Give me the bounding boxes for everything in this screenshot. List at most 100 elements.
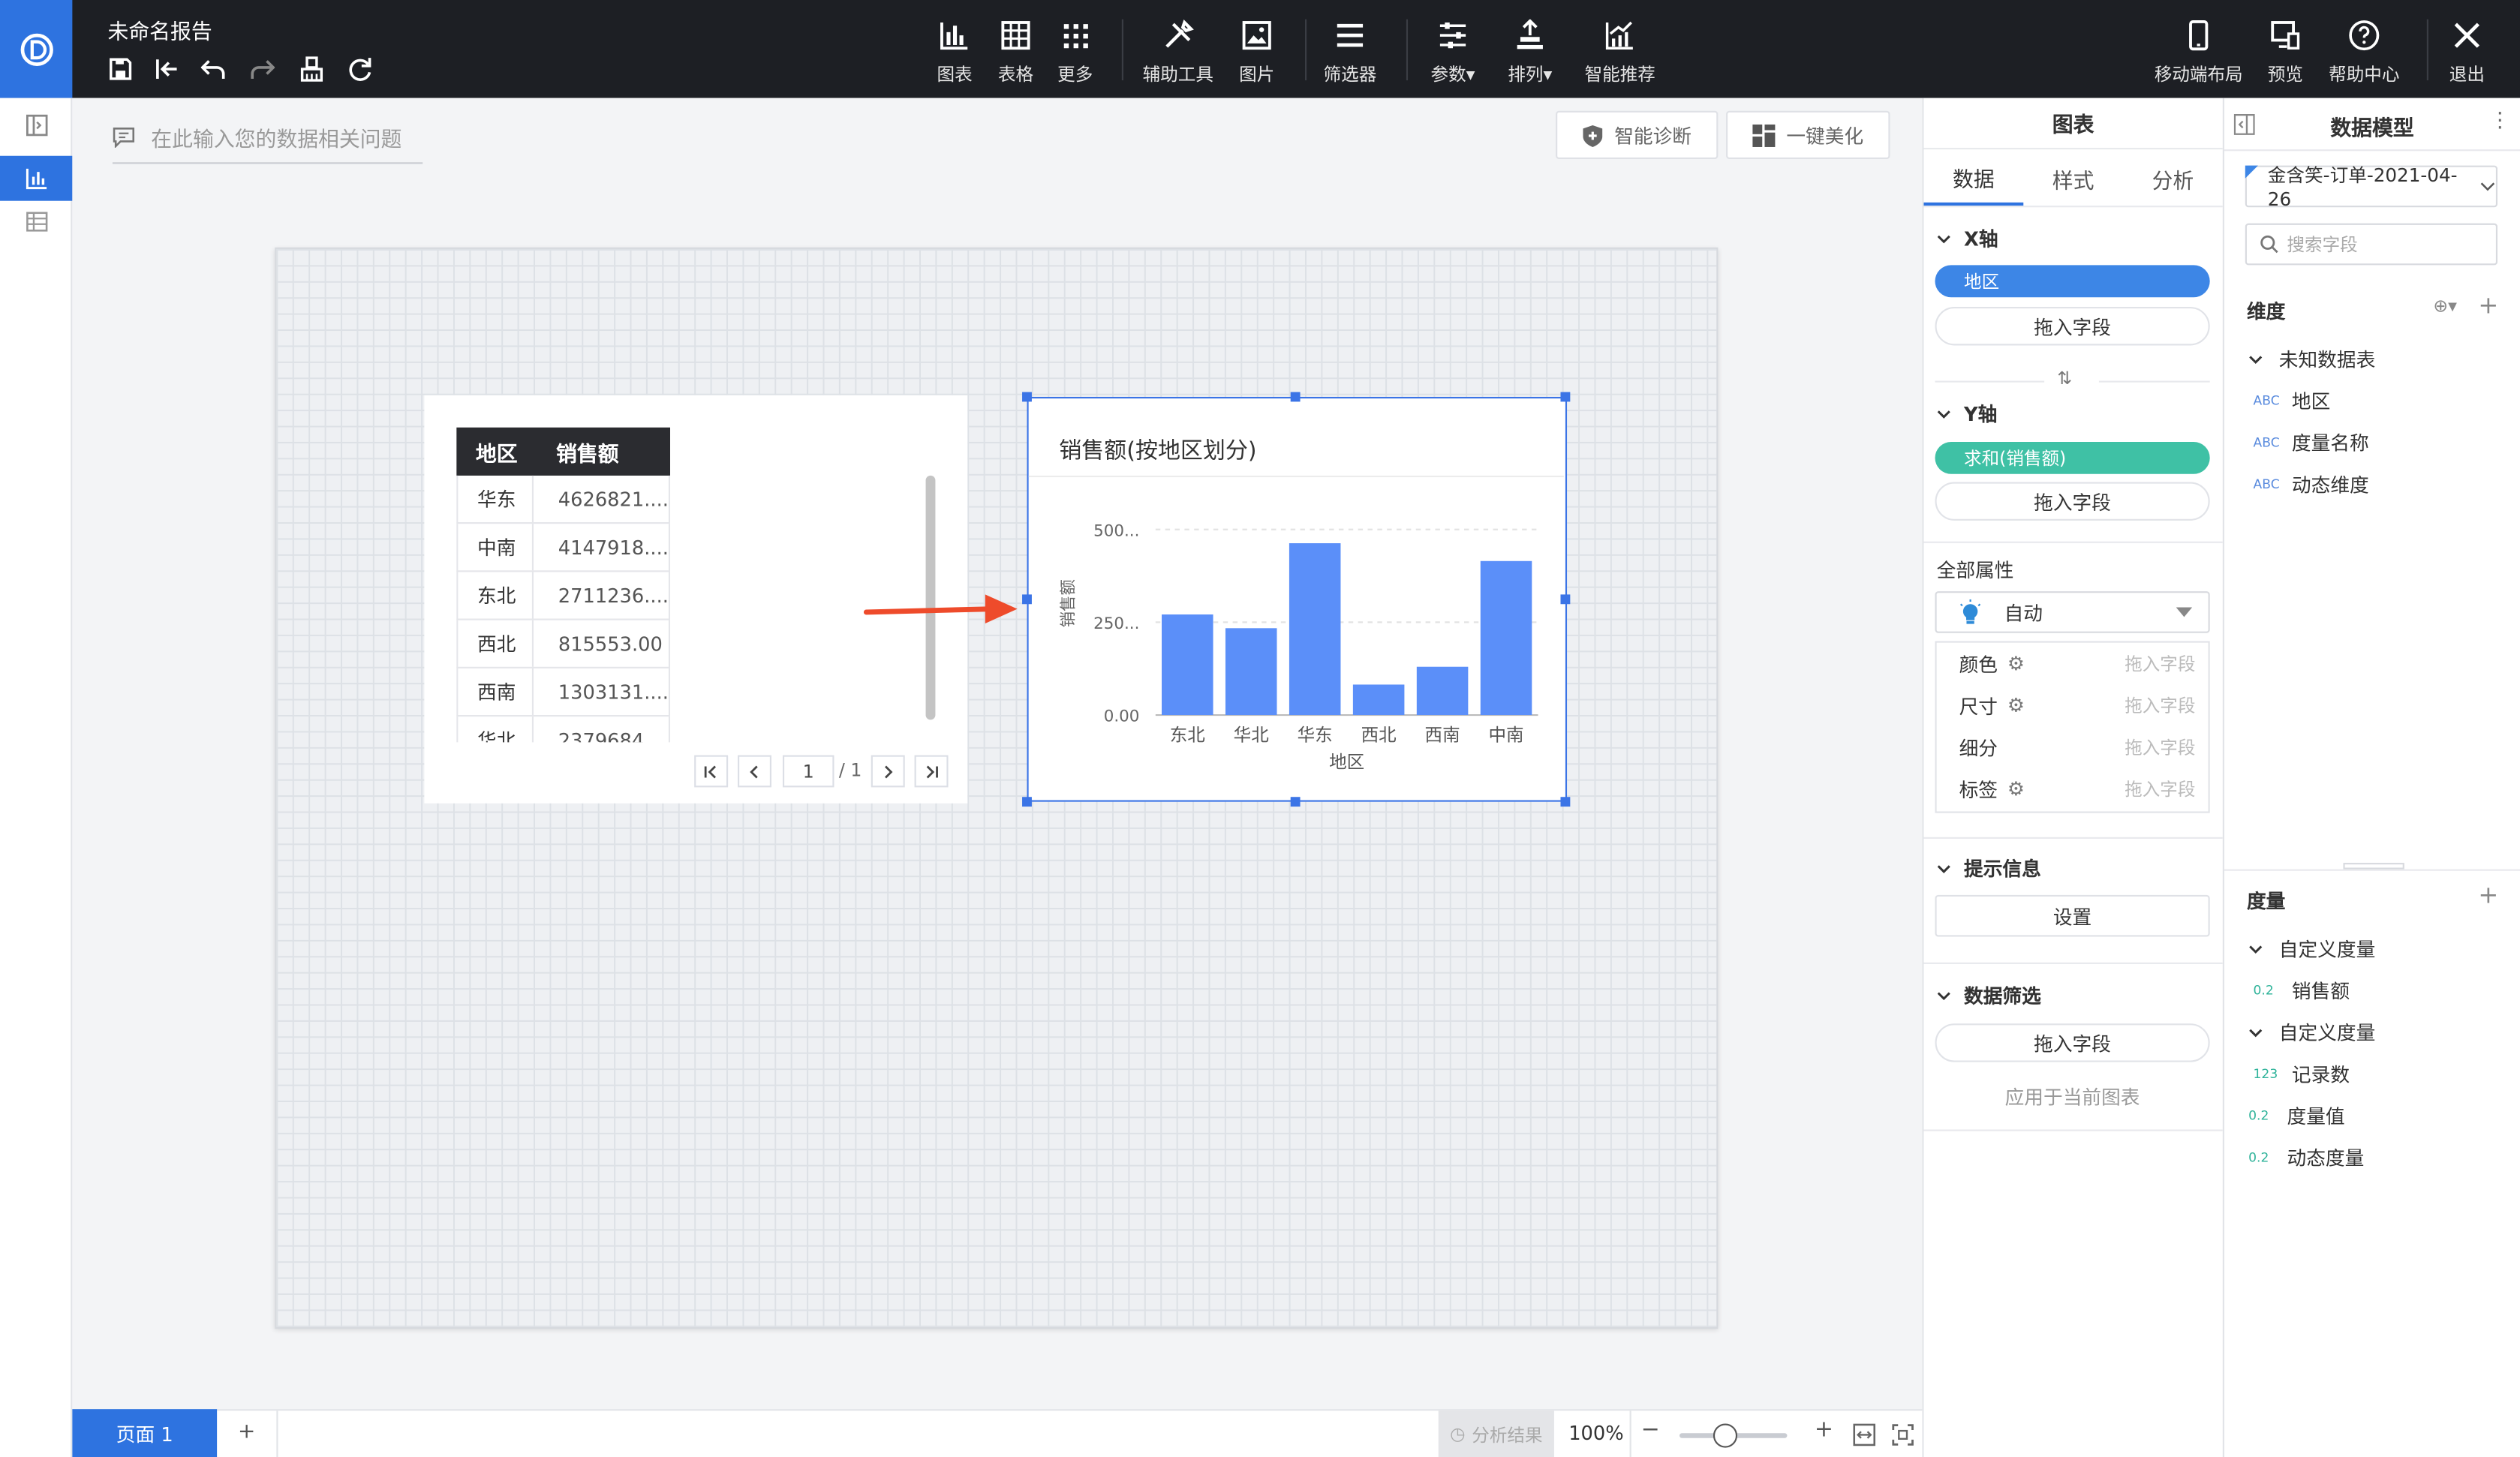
ask-data-input[interactable]: 在此输入您的数据相关问题 (112, 113, 423, 164)
prop-color-drop[interactable]: 拖入字段 (2125, 650, 2195, 676)
resize-handle[interactable] (1022, 594, 1032, 605)
table-row[interactable]: 西南 1303131.... (456, 668, 671, 717)
bar[interactable] (1225, 628, 1277, 716)
measure-group[interactable]: 自定义度量 (2248, 935, 2375, 962)
gear-icon[interactable]: ⚙ (2007, 652, 2025, 674)
format-painter-icon[interactable] (297, 55, 326, 84)
page-number-input[interactable]: 1 (782, 755, 834, 788)
dimension-field-item[interactable]: ABC 动态维度 (2254, 470, 2369, 497)
toolbar-exit[interactable]: 退出 (2446, 20, 2488, 87)
x-axis-field-pill[interactable]: 地区 (1935, 265, 2210, 298)
toolbar-preview[interactable]: 预览 (2265, 20, 2307, 87)
data-filter-section[interactable]: 数据筛选 (1937, 982, 2041, 1009)
first-page-button[interactable] (694, 755, 729, 788)
apply-current-chart[interactable]: 应用于当前图表 (1935, 1083, 2209, 1110)
zoom-slider-knob[interactable] (1713, 1423, 1737, 1448)
splitter-handle[interactable] (2343, 863, 2404, 870)
toolbar-chart[interactable]: 图表 (935, 20, 973, 87)
prop-detail[interactable]: 细分 拖入字段 (1935, 726, 2208, 768)
measure-field-item[interactable]: 0.2 动态度量 (2248, 1144, 2364, 1171)
dataset-select[interactable]: 金含笑-订单-2021-04-26 (2245, 164, 2498, 211)
prop-color[interactable]: 颜色 ⚙ 拖入字段 (1935, 643, 2208, 685)
table-row[interactable]: 华北 2379684.... (456, 716, 671, 743)
rail-chart-icon[interactable] (0, 155, 73, 201)
resize-handle[interactable] (1560, 392, 1571, 402)
table-row[interactable]: 中南 4147918.... (456, 524, 671, 572)
toolbar-image[interactable]: 图片 (1237, 20, 1276, 87)
prop-label-drop[interactable]: 拖入字段 (2125, 776, 2195, 801)
tab-analysis[interactable]: 分析 (2123, 151, 2223, 206)
tooltip-section[interactable]: 提示信息 (1937, 855, 2041, 882)
bar[interactable] (1162, 614, 1213, 716)
tab-style[interactable]: 样式 (2023, 151, 2123, 206)
resize-handle[interactable] (1560, 797, 1571, 807)
toolbar-table[interactable]: 表格 (997, 20, 1035, 87)
toolbar-help[interactable]: 帮助中心 (2326, 20, 2403, 87)
table-header-cell[interactable]: 地区 (456, 436, 532, 467)
swap-axes-icon[interactable]: ⇅ (2057, 368, 2072, 389)
resize-handle[interactable] (1560, 594, 1571, 605)
smart-diagnose-button[interactable]: 智能诊断 (1556, 110, 1719, 160)
analysis-result-button[interactable]: ◷ 分析结果 (1438, 1410, 1554, 1457)
more-vertical-icon[interactable]: ⋮ (2489, 110, 2510, 134)
globe-icon[interactable]: ⊕▾ (2433, 296, 2457, 317)
save-icon[interactable] (106, 55, 135, 84)
last-page-button[interactable] (914, 755, 949, 788)
undo-icon[interactable] (200, 55, 229, 84)
toolbar-params[interactable]: 参数▾ (1426, 20, 1481, 87)
bar[interactable] (1480, 560, 1532, 716)
measure-field-item[interactable]: 0.2 度量值 (2248, 1102, 2345, 1129)
add-dimension-icon[interactable]: + (2478, 291, 2498, 320)
add-page-button[interactable]: + (238, 1420, 255, 1444)
toolbar-arrange[interactable]: 排列▾ (1502, 19, 1557, 87)
zoom-slider[interactable] (1679, 1423, 1788, 1448)
filter-drop-zone[interactable]: 拖入字段 (1935, 1023, 2210, 1062)
toolbar-smart-recommend[interactable]: 智能推荐 (1581, 20, 1658, 87)
toggle-panel-icon[interactable] (0, 103, 72, 148)
zoom-out-icon[interactable]: − (1641, 1417, 1660, 1443)
prop-detail-drop[interactable]: 拖入字段 (2125, 735, 2195, 760)
refresh-icon[interactable] (345, 55, 374, 84)
toolbar-mobile-layout[interactable]: 移动端布局 (2150, 20, 2246, 87)
x-axis-section[interactable]: X轴 (1937, 225, 1998, 252)
add-measure-icon[interactable]: + (2478, 881, 2498, 910)
bar[interactable] (1352, 684, 1405, 716)
measure-field-item[interactable]: 0.2 销售额 (2254, 977, 2350, 1004)
page-tab[interactable]: 页面 1 (72, 1409, 218, 1457)
resize-handle[interactable] (1022, 392, 1032, 402)
bar[interactable] (1289, 543, 1341, 716)
next-page-button[interactable] (871, 755, 905, 788)
gear-icon[interactable]: ⚙ (2007, 694, 2025, 716)
redo-icon[interactable] (248, 55, 277, 84)
dimension-field-item[interactable]: ABC 度量名称 (2254, 429, 2369, 456)
one-click-beautify-button[interactable]: 一键美化 (1726, 110, 1890, 160)
tab-data[interactable]: 数据 (1923, 151, 2024, 206)
prop-size[interactable]: 尺寸 ⚙ 拖入字段 (1935, 684, 2208, 726)
toolbar-filter[interactable]: 筛选器 (1321, 20, 1379, 87)
measure-field-item[interactable]: 123 记录数 (2254, 1060, 2350, 1087)
x-axis-drop-zone[interactable]: 拖入字段 (1935, 307, 2210, 346)
zoom-in-icon[interactable]: + (1815, 1417, 1833, 1443)
chart-widget[interactable]: 销售额(按地区划分) 0.00 250... 500... 东北 华北 华东 西北 西南 中南地… (1027, 396, 1568, 802)
resize-handle[interactable] (1022, 797, 1032, 807)
back-to-list-icon[interactable] (152, 55, 182, 84)
y-axis-drop-zone[interactable]: 拖入字段 (1935, 482, 2210, 521)
prev-page-button[interactable] (737, 755, 771, 788)
search-field-input[interactable]: 搜索字段 (2245, 223, 2498, 266)
rail-table-icon[interactable] (0, 200, 72, 245)
fit-page-icon[interactable] (1892, 1422, 1914, 1452)
report-title[interactable]: 未命名报告 (107, 14, 212, 45)
tooltip-settings-button[interactable]: 设置 (1935, 894, 2210, 937)
table-row[interactable]: 西北 815553.00 (456, 620, 671, 668)
fit-width-icon[interactable] (1853, 1422, 1876, 1452)
table-row[interactable]: 东北 2711236.... (456, 572, 671, 620)
y-axis-section[interactable]: Y轴 (1937, 400, 1997, 427)
resize-handle[interactable] (1290, 392, 1301, 402)
resize-handle[interactable] (1290, 797, 1301, 807)
toolbar-aux-tools[interactable]: 辅助工具 (1139, 20, 1216, 87)
prop-size-drop[interactable]: 拖入字段 (2125, 692, 2195, 718)
toolbar-more[interactable]: 更多 (1056, 20, 1094, 87)
mark-type-select[interactable]: 自动 (1935, 591, 2210, 633)
dimension-field-item[interactable]: ABC 地区 (2254, 387, 2331, 414)
prop-label[interactable]: 标签 ⚙ 拖入字段 (1935, 768, 2208, 810)
